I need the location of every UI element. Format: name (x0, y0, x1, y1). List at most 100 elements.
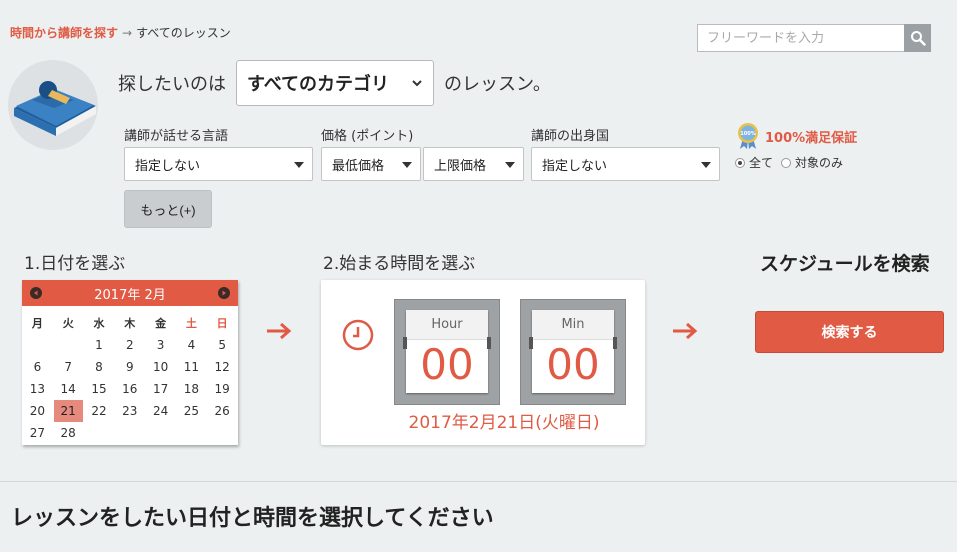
guarantee-badge-icon: 100% (738, 123, 758, 149)
calendar-day[interactable]: 11 (176, 356, 207, 378)
calendar-day[interactable]: 1 (84, 334, 115, 356)
calendar-day[interactable]: 24 (145, 400, 176, 422)
minute-value: 00 (546, 340, 600, 389)
chevron-left-icon (34, 290, 38, 296)
step1-title: 1.日付を選ぶ (24, 254, 126, 274)
hour-value: 00 (420, 340, 474, 389)
minute-picker[interactable]: Min 00 (520, 299, 626, 405)
breadcrumb-current: すべてのレッスン (136, 26, 231, 40)
calendar-day[interactable]: 6 (22, 356, 53, 378)
hour-label: Hour (406, 310, 488, 340)
calendar-day[interactable]: 17 (145, 378, 176, 400)
divider (0, 481, 957, 482)
calendar-day[interactable]: 7 (53, 356, 84, 378)
language-select-value: 指定しない (135, 158, 201, 174)
category-headline: 探したいのは すべてのカテゴリ のレッスン。 (118, 60, 551, 106)
category-select[interactable]: すべてのカテゴリ (236, 60, 434, 106)
calendar-day[interactable]: 4 (176, 334, 207, 356)
selected-date-readout: 2017年2月21日(火曜日) (408, 413, 600, 433)
flip-hinge (529, 337, 533, 349)
satisfaction-guarantee: 100% 100%満足保証 全て 対象のみ (735, 122, 857, 171)
flip-hinge (403, 337, 407, 349)
book-illustration (8, 60, 98, 150)
radio-all-label: 全て (749, 156, 774, 170)
country-filter: 講師の出身国 指定しない (531, 129, 720, 181)
calendar-day[interactable]: 27 (22, 422, 53, 444)
calendar-header: 2017年 2月 (22, 280, 238, 306)
calendar-day[interactable]: 12 (207, 356, 238, 378)
search-button[interactable] (904, 24, 931, 52)
free-word-search (697, 24, 931, 52)
weekday-header: 土 (185, 317, 197, 330)
breadcrumb-link-find-by-time[interactable]: 時間から講師を探す (10, 26, 118, 40)
calendar-day[interactable]: 16 (114, 378, 145, 400)
date-picker-calendar: 2017年 2月 月火水木金土日 1 2 3 4 5 6 7 8 9 10 11 12 13 14 15 16 1… (22, 280, 238, 445)
weekday-header: 月 (31, 317, 43, 330)
search-input[interactable] (697, 24, 904, 52)
min-price-value: 最低価格 (332, 158, 385, 174)
radio-all[interactable]: 全て (735, 154, 773, 171)
calendar-day[interactable]: 20 (22, 400, 53, 422)
chevron-down-icon (412, 80, 422, 87)
max-price-select[interactable]: 上限価格 (423, 147, 524, 181)
schedule-search-title: スケジュールを検索 (760, 253, 930, 275)
max-price-value: 上限価格 (434, 158, 487, 174)
more-filters-button[interactable]: もっと(+) (124, 190, 212, 228)
calendar-day[interactable]: 9 (114, 356, 145, 378)
headline-suffix: のレッスン。 (444, 74, 551, 95)
search-submit-button[interactable]: 検索する (755, 311, 944, 353)
calendar-day[interactable]: 28 (53, 422, 84, 444)
country-select-value: 指定しない (542, 158, 608, 174)
next-month-button[interactable] (218, 287, 230, 299)
calendar-day[interactable]: 14 (53, 378, 84, 400)
time-picker-card: Hour 00 Min 00 2017年2月21日(火曜日) (321, 280, 645, 445)
calendar-grid: 月火水木金土日 1 2 3 4 5 6 7 8 9 10 11 12 13 14 15 16 17 18 19 20 21… (22, 312, 238, 444)
calendar-day[interactable]: 5 (207, 334, 238, 356)
radio-eligible-only[interactable]: 対象のみ (781, 154, 843, 171)
selection-prompt: レッスンをしたい日付と時間を選択してください (11, 506, 494, 531)
dropdown-arrow-icon (701, 162, 711, 168)
country-filter-label: 講師の出身国 (531, 129, 610, 144)
chevron-right-icon (222, 290, 226, 296)
hour-picker[interactable]: Hour 00 (394, 299, 500, 405)
calendar-day[interactable]: 25 (176, 400, 207, 422)
calendar-day[interactable]: 23 (114, 400, 145, 422)
language-filter-label: 講師が話せる言語 (124, 129, 229, 144)
step2-title: 2.始まる時間を選ぶ (323, 254, 476, 274)
language-select[interactable]: 指定しない (124, 147, 313, 181)
weekday-header: 金 (155, 317, 167, 330)
previous-month-button[interactable] (30, 287, 42, 299)
calendar-day[interactable]: 18 (176, 378, 207, 400)
calendar-blank-cell (53, 334, 84, 356)
calendar-day[interactable]: 10 (145, 356, 176, 378)
calendar-day[interactable]: 2 (114, 334, 145, 356)
guarantee-title: 100%満足保証 (765, 130, 858, 146)
price-filter: 価格 (ポイント) 最低価格 上限価格 (321, 129, 524, 181)
price-filter-label: 価格 (ポイント) (321, 129, 414, 144)
hour-flip-card: Hour 00 (406, 310, 488, 393)
calendar-day-selected[interactable]: 21 (53, 400, 83, 422)
svg-text:100%: 100% (740, 131, 755, 137)
clock-icon (342, 319, 374, 351)
min-price-select[interactable]: 最低価格 (321, 147, 421, 181)
radio-button[interactable] (781, 157, 792, 168)
breadcrumb: 時間から講師を探す → すべてのレッスン (10, 24, 231, 41)
dropdown-arrow-icon (505, 162, 515, 168)
calendar-day[interactable]: 13 (22, 378, 53, 400)
calendar-day[interactable]: 3 (145, 334, 176, 356)
dropdown-arrow-icon (294, 162, 304, 168)
calendar-day[interactable]: 19 (207, 378, 238, 400)
arrow-right-icon (267, 322, 292, 340)
calendar-day[interactable]: 26 (207, 400, 238, 422)
weekday-header: 水 (93, 317, 105, 330)
calendar-month-label: 2017年 2月 (94, 287, 166, 303)
calendar-day[interactable]: 8 (84, 356, 115, 378)
country-select[interactable]: 指定しない (531, 147, 720, 181)
radio-eligible-only-label: 対象のみ (795, 156, 844, 170)
calendar-day[interactable]: 22 (84, 400, 115, 422)
breadcrumb-arrow: → (122, 26, 133, 40)
weekday-header: 日 (216, 317, 228, 330)
guarantee-radio-group: 全て 対象のみ (735, 154, 857, 171)
radio-button[interactable] (735, 157, 745, 168)
calendar-day[interactable]: 15 (84, 378, 115, 400)
